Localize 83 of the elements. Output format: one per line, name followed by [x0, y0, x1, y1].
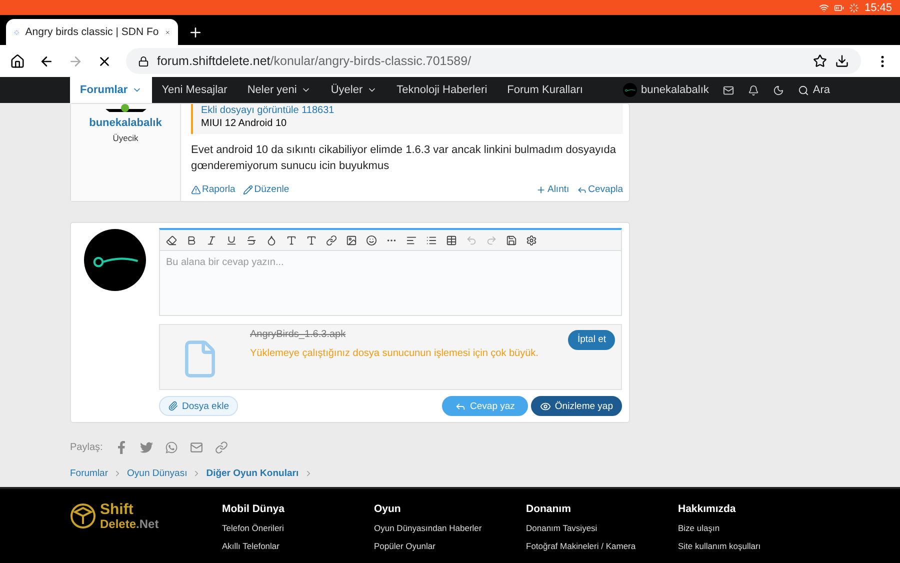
settings-icon[interactable] [526, 234, 537, 246]
font-icon[interactable] [286, 234, 297, 246]
avatar [84, 229, 146, 291]
twitter-icon[interactable] [140, 441, 153, 454]
nav-tab[interactable]: Yeni Mesajlar [152, 77, 238, 103]
eraser-icon[interactable] [166, 234, 177, 246]
nav-tab[interactable]: Teknoloji Haberleri [386, 77, 498, 103]
footer-link[interactable]: Oyun Dünyasından Haberler [374, 523, 526, 533]
reply-icon [577, 184, 588, 194]
nav-tab[interactable]: Forumlar [70, 77, 152, 103]
plus-icon [536, 184, 546, 194]
wifi-icon [819, 2, 830, 12]
footer-link[interactable]: Popüler Oyunlar [374, 541, 526, 551]
avatar [622, 83, 637, 97]
attach-file-button[interactable]: Dosya ekle [158, 396, 238, 416]
browser-tab[interactable]: Angry birds classic | SDN Fo [6, 19, 178, 45]
post-action-link[interactable]: Raporla [191, 184, 236, 195]
bell-icon[interactable] [748, 84, 759, 96]
user-menu[interactable]: bunekalabalık [622, 83, 709, 97]
post-action-link[interactable]: Cevapla [577, 184, 623, 195]
reply-input[interactable]: Bu alana bir cevap yazın... [158, 251, 622, 316]
quote-text: MIUI 12 Android 10 [201, 117, 288, 130]
home-icon[interactable] [10, 54, 25, 68]
loading-icon [849, 2, 860, 12]
search-link[interactable]: Ara [798, 84, 830, 96]
breadcrumb-link[interactable]: Forumlar [70, 468, 108, 479]
search-icon [798, 84, 809, 96]
download-icon[interactable] [835, 54, 849, 68]
error-message: Yüklemeye çalıştığınız dosya sunucunun işlemesi için çok büyük. [250, 348, 538, 359]
new-tab-icon[interactable] [188, 24, 203, 40]
footer-link[interactable]: Site kullanım koşulları [678, 541, 830, 551]
moon-icon[interactable] [772, 84, 784, 96]
table-icon[interactable] [446, 234, 457, 246]
back-icon[interactable] [39, 54, 54, 68]
user-role: Üyecik [112, 133, 138, 143]
text-size-icon[interactable] [306, 234, 317, 246]
align-icon[interactable] [406, 234, 417, 246]
footer-heading: Donanım [526, 503, 572, 515]
image-icon[interactable] [346, 234, 357, 246]
save-icon[interactable] [506, 234, 517, 246]
bold-icon[interactable] [186, 234, 197, 246]
star-icon[interactable] [813, 54, 827, 68]
footer-link[interactable]: Fotoğraf Makineleri / Kamera [526, 541, 678, 551]
footer-link[interactable]: Telefon Önerileri [222, 523, 374, 533]
battery-icon [834, 2, 844, 12]
clock: 15:45 [864, 2, 892, 14]
paperclip-icon [168, 401, 178, 411]
preview-button[interactable]: Önizleme yap [530, 396, 622, 416]
link-icon[interactable] [326, 234, 337, 246]
post-action-link[interactable]: Düzenle [243, 184, 290, 195]
smiley-icon[interactable] [366, 234, 377, 246]
logo-icon [70, 503, 96, 529]
post-action-link[interactable]: Alıntı [536, 184, 570, 195]
footer-link[interactable]: Donanım Tavsiyesi [526, 523, 678, 533]
reply-icon [455, 400, 466, 412]
whatsapp-icon[interactable] [164, 441, 178, 454]
share-label: Paylaş: [70, 442, 103, 453]
breadcrumb-link[interactable]: Oyun Dünyası [127, 468, 188, 479]
nav-tab[interactable]: Forum Kuralları [497, 77, 593, 103]
attachment-link[interactable]: Ekli dosyayı görüntüle 118631 [201, 104, 615, 117]
eye-icon [540, 400, 551, 412]
file-name: AngryBirds_1.6.3.apk [250, 329, 346, 340]
breadcrumb-link[interactable]: Diğer Oyun Konuları [206, 468, 299, 479]
post-message: Evet android 10 da sıkıntı cikabiliyor elimde 1.6.3 var ancak linkini bulmadım dosyayıda gœnderemiyorum sunucu icin buyukmus [191, 143, 617, 174]
nav-tab[interactable]: Üyeler [320, 77, 387, 103]
underline-icon[interactable] [226, 234, 237, 246]
footer-heading: Hakkımızda [678, 503, 737, 515]
strikethrough-icon[interactable] [246, 234, 257, 246]
cancel-button[interactable]: İptal et [568, 330, 615, 350]
logo: Shift Delete.Net [70, 503, 222, 563]
nav-tab[interactable]: Neler yeni [237, 77, 321, 103]
pencil-icon [243, 184, 254, 194]
author-name[interactable]: bunekalabalık [89, 117, 162, 129]
footer-heading: Mobil Dünya [222, 503, 286, 515]
lock-icon [138, 56, 149, 66]
italic-icon[interactable] [206, 234, 217, 246]
address-bar[interactable]: forum.shiftdelete.net/konular/angry-birds-classic.701589/ [126, 48, 861, 74]
footer-link[interactable]: Bize ulaşın [678, 523, 830, 533]
footer-link[interactable]: Akıllı Telefonlar [222, 541, 374, 551]
footer-heading: Oyun [374, 503, 402, 515]
warning-icon [191, 184, 201, 194]
droplet-icon[interactable] [266, 234, 277, 246]
mail-icon[interactable] [722, 84, 734, 96]
